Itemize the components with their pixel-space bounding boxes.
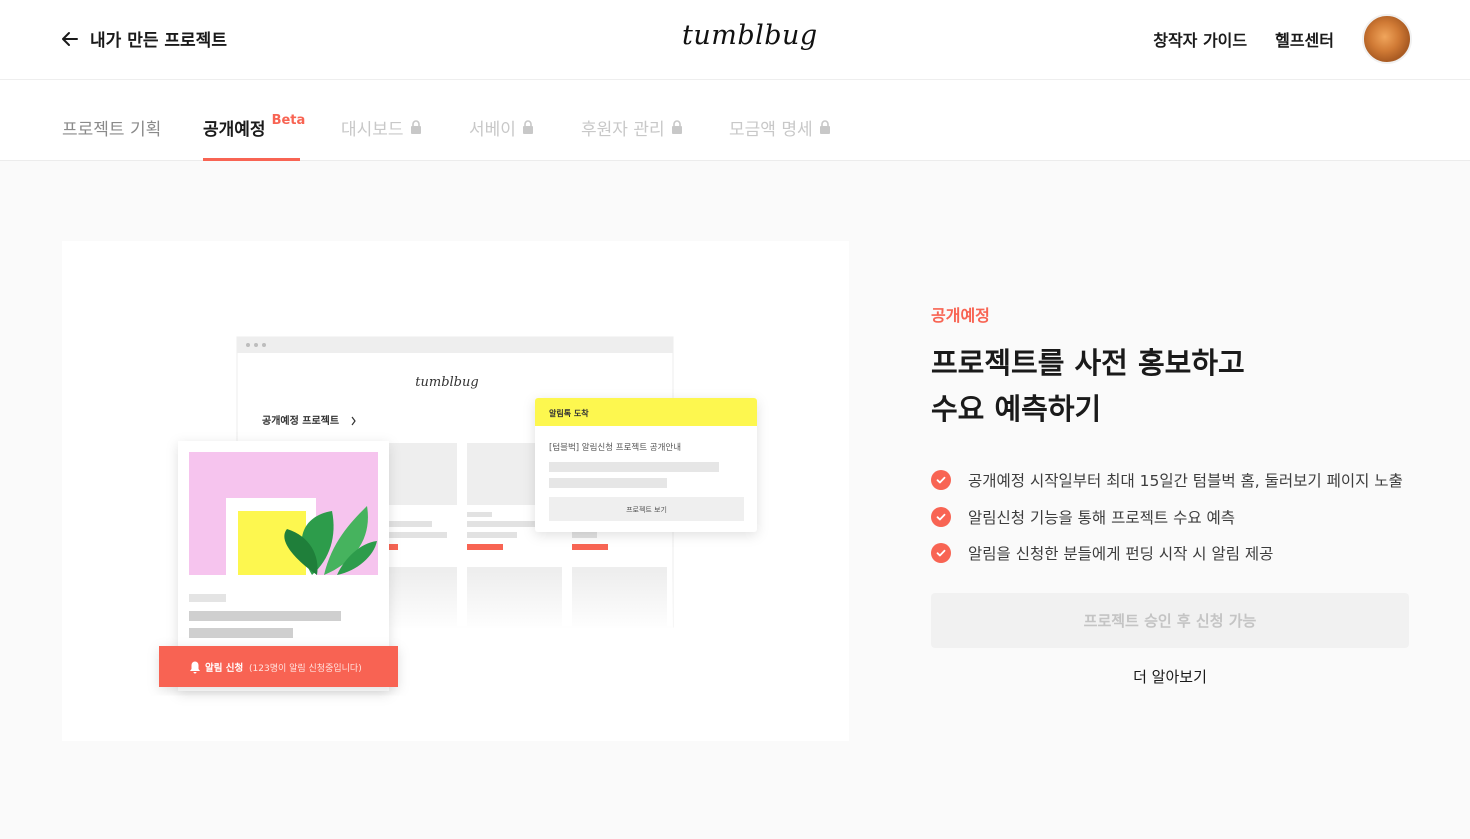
lock-icon <box>671 120 682 134</box>
arrow-left-icon <box>62 31 78 46</box>
mini-section-title: 공개예정 프로젝트 <box>262 414 339 427</box>
section-eyebrow: 공개예정 <box>931 306 990 325</box>
page-title: 프로젝트를 사전 홍보하고 수요 예측하기 <box>931 340 1245 432</box>
feature-text: 공개예정 시작일부터 최대 15일간 텀블벅 홈, 둘러보기 페이지 노출 <box>968 472 1403 491</box>
lock-icon <box>410 120 421 134</box>
list-item: 알림을 신청한 분들에게 펀딩 시작 시 알림 제공 <box>931 535 1403 572</box>
tab-label: 모금액 명세 <box>729 119 813 140</box>
help-center-link[interactable]: 헬프센터 <box>1275 27 1334 51</box>
alarm-button-count: (123명이 알림 신청중입니다) <box>249 662 362 674</box>
check-icon <box>931 470 951 491</box>
alarm-button-label: 알림 신청 <box>205 662 243 674</box>
check-icon <box>931 543 951 564</box>
headline-line: 수요 예측하기 <box>931 392 1102 426</box>
tab-label: 대시보드 <box>341 119 404 140</box>
tab-backer-management: 후원자 관리 <box>581 112 683 142</box>
feature-list: 공개예정 시작일부터 최대 15일간 텀블벅 홈, 둘러보기 페이지 노출 알림… <box>931 462 1403 572</box>
tab-dashboard: 대시보드 <box>341 112 422 142</box>
mini-logo: tumblbug <box>415 375 478 390</box>
active-tab-indicator <box>203 158 300 161</box>
top-header: 내가 만든 프로젝트 tumblbug 창작자 가이드 헬프센터 <box>0 0 1470 80</box>
feature-text: 알림을 신청한 분들에게 펀딩 시작 시 알림 제공 <box>968 545 1274 564</box>
notify-message: [텀블벅] 알림신청 프로젝트 공개안내 <box>549 442 681 453</box>
feature-text: 알림신청 기능을 통해 프로젝트 수요 예측 <box>968 508 1236 527</box>
apply-coming-soon-button[interactable]: 프로젝트 승인 후 신청 가능 <box>931 593 1409 648</box>
back-to-projects-link[interactable]: 내가 만든 프로젝트 <box>60 26 227 51</box>
notify-button-label: 프로젝트 보기 <box>626 505 667 514</box>
check-icon <box>931 506 951 527</box>
tab-project-planning[interactable]: 프로젝트 기획 <box>62 112 161 142</box>
back-label: 내가 만든 프로젝트 <box>90 31 227 51</box>
coming-soon-illustration: tumblbug 공개예정 프로젝트 알림톡 도착 [텀블벅] 알림신청 프로젝… <box>62 241 849 741</box>
list-item: 알림신청 기능을 통해 프로젝트 수요 예측 <box>931 499 1403 536</box>
project-tabs: 프로젝트 기획 공개예정 Beta 대시보드 서베이 후원자 관리 모금액 명세 <box>0 80 1470 161</box>
tab-label: 후원자 관리 <box>581 119 665 140</box>
tab-label: 공개예정 <box>203 119 266 140</box>
lock-icon <box>522 120 533 134</box>
tab-label: 서베이 <box>469 119 516 140</box>
headline-line: 프로젝트를 사전 홍보하고 <box>931 346 1245 380</box>
notify-line <box>549 478 667 488</box>
avatar[interactable] <box>1362 14 1412 64</box>
tumblbug-logo[interactable]: tumblbug <box>682 20 818 51</box>
beta-badge: Beta <box>271 112 306 128</box>
tab-label: 프로젝트 기획 <box>62 119 162 140</box>
lock-icon <box>819 120 830 134</box>
list-item: 공개예정 시작일부터 최대 15일간 텀블벅 홈, 둘러보기 페이지 노출 <box>931 462 1403 499</box>
tab-survey: 서베이 <box>469 112 534 142</box>
notify-header: 알림톡 도착 <box>549 408 589 418</box>
learn-more-link[interactable]: 더 알아보기 <box>931 666 1409 687</box>
tab-coming-soon[interactable]: 공개예정 Beta <box>203 112 305 142</box>
creator-guide-link[interactable]: 창작자 가이드 <box>1153 27 1247 51</box>
illustration-canvas: tumblbug 공개예정 프로젝트 알림톡 도착 [텀블벅] 알림신청 프로젝… <box>159 336 757 691</box>
tab-funding-statement: 모금액 명세 <box>729 112 831 142</box>
notify-line <box>549 462 719 472</box>
